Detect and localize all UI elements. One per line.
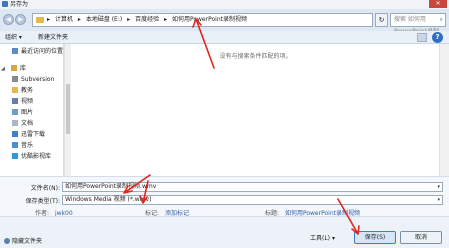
nav-item-label: 视频 <box>21 98 34 105</box>
filetype-value: Windows Media 视频 (*.wmv) <box>65 196 152 203</box>
nav-item-label: 优酷影视库 <box>21 153 52 160</box>
nav-item[interactable]: 图片 <box>0 108 60 117</box>
recent-places-icon <box>12 48 18 54</box>
filename-field[interactable]: 如何用PowerPoint录制视频.wmv ▾ <box>62 182 443 192</box>
forward-button[interactable]: ▶ <box>15 14 26 25</box>
documents-icon <box>12 120 18 126</box>
save-form: 文件名(N): 如何用PowerPoint录制视频.wmv ▾ 保存类型(T):… <box>0 176 449 217</box>
app-icon <box>2 1 8 7</box>
chevron-down-icon[interactable]: ▾ <box>437 196 440 204</box>
nav-item[interactable]: 音乐 <box>0 141 60 150</box>
dialog-footer: 隐藏文件夹 工具(L) ▾ 保存(S) 取消 <box>0 216 449 248</box>
nav-item-label: 图片 <box>21 109 34 116</box>
chevron-down-icon[interactable]: ▾ <box>437 183 440 191</box>
address-bar[interactable]: ▸ 计算机 ▸ 本地磁盘 (E:) ▸ 百度经验 ▸ 如何用PowerPoint… <box>32 13 373 27</box>
file-list-scrollbar[interactable] <box>439 44 449 176</box>
nav-item-label: 文档 <box>21 120 34 127</box>
navigation-pane: 最近访问的位置 ◢ 库 Subversion 教务 视频 图片 文档 迅雷下载 音乐 优酷影视库 <box>0 44 64 176</box>
toolbar: 组织 ▾ 新建文件夹 ? <box>0 31 449 44</box>
file-list[interactable]: 没有与搜索条件匹配的项。 <box>72 44 439 176</box>
nav-item-label: Subversion <box>21 76 55 83</box>
nav-item-label: 教务 <box>21 87 34 94</box>
organize-button[interactable]: 组织 ▾ <box>5 31 22 44</box>
empty-message: 没有与搜索条件匹配的项。 <box>219 53 292 60</box>
nav-item[interactable]: ◢ 库 <box>0 64 60 73</box>
filename-label: 文件名(N): <box>30 185 60 192</box>
breadcrumb-drive-e[interactable]: 本地磁盘 (E:) <box>86 16 122 23</box>
breadcrumb-computer[interactable]: 计算机 <box>55 16 73 23</box>
expand-icon[interactable]: ◢ <box>1 65 6 74</box>
nav-item-label: 迅雷下载 <box>21 131 46 138</box>
library-icon <box>11 65 17 71</box>
hide-folders-button[interactable]: 隐藏文件夹 <box>4 236 42 245</box>
new-folder-button[interactable]: 新建文件夹 <box>38 31 68 44</box>
save-button[interactable]: 保存(S) <box>354 231 396 244</box>
breadcrumb-separator[interactable]: ▸ <box>47 16 50 23</box>
pictures-icon <box>12 109 18 115</box>
close-button[interactable]: ✕ <box>429 0 447 8</box>
subversion-icon <box>12 76 18 82</box>
cancel-button[interactable]: 取消 <box>400 231 442 244</box>
chevron-down-icon: ▾ <box>331 235 335 242</box>
nav-item-label: 库 <box>20 65 27 72</box>
view-options-icon[interactable] <box>417 33 427 42</box>
navigation-pane-scrollbar[interactable] <box>64 44 71 176</box>
nav-item[interactable]: 优酷影视库 <box>0 152 60 161</box>
video-icon <box>12 98 18 104</box>
scrollbar-thumb[interactable] <box>66 84 70 134</box>
breadcrumb-separator[interactable]: ▸ <box>127 16 130 23</box>
window-title: 另存为 <box>10 1 29 8</box>
nav-item-label: 最近访问的位置 <box>21 48 64 55</box>
tools-button[interactable]: 工具(L) ▾ <box>310 233 335 242</box>
nav-item[interactable]: 教务 <box>0 86 60 95</box>
nav-item-label: 音乐 <box>21 142 34 149</box>
search-icon[interactable]: ⌕ <box>440 14 443 26</box>
refresh-button[interactable]: ↻ <box>375 13 388 27</box>
help-icon[interactable]: ? <box>432 32 443 43</box>
back-button[interactable]: ◀ <box>3 14 14 25</box>
navigation-bar: ◀ ▶ ▸ 计算机 ▸ 本地磁盘 (E:) ▸ 百度经验 ▸ 如何用PowerP… <box>0 9 449 47</box>
nav-item[interactable]: 迅雷下载 <box>0 130 60 139</box>
breadcrumb: ▸ 计算机 ▸ 本地磁盘 (E:) ▸ 百度经验 ▸ 如何用PowerPoint… <box>47 14 250 26</box>
folder-icon <box>36 17 44 23</box>
collapse-icon <box>4 238 10 244</box>
breadcrumb-baidu-jingyan[interactable]: 百度经验 <box>135 16 159 23</box>
tools-label: 工具(L) <box>310 235 331 242</box>
youku-icon <box>12 153 18 159</box>
filetype-label: 保存类型(T): <box>25 198 60 205</box>
breadcrumb-separator[interactable]: ▸ <box>78 16 81 23</box>
nav-item[interactable]: 视频 <box>0 97 60 106</box>
filename-value: 如何用PowerPoint录制视频.wmv <box>65 183 157 190</box>
title-bar: 另存为 ✕ <box>0 0 449 9</box>
hide-folders-label: 隐藏文件夹 <box>12 238 43 245</box>
download-icon <box>12 131 18 137</box>
filetype-select[interactable]: Windows Media 视频 (*.wmv) ▾ <box>62 195 443 205</box>
nav-item[interactable]: Subversion <box>0 75 60 84</box>
nav-item[interactable]: 最近访问的位置 <box>0 47 64 56</box>
breadcrumb-separator[interactable]: ▸ <box>164 16 167 23</box>
search-input[interactable]: 搜索 如何用PowerPoint录制视频 ⌕ <box>390 13 446 47</box>
nav-item[interactable]: 文档 <box>0 119 60 128</box>
music-icon <box>12 142 18 148</box>
breadcrumb-current-folder[interactable]: 如何用PowerPoint录制视频 <box>172 16 247 23</box>
folder-icon <box>12 87 18 93</box>
